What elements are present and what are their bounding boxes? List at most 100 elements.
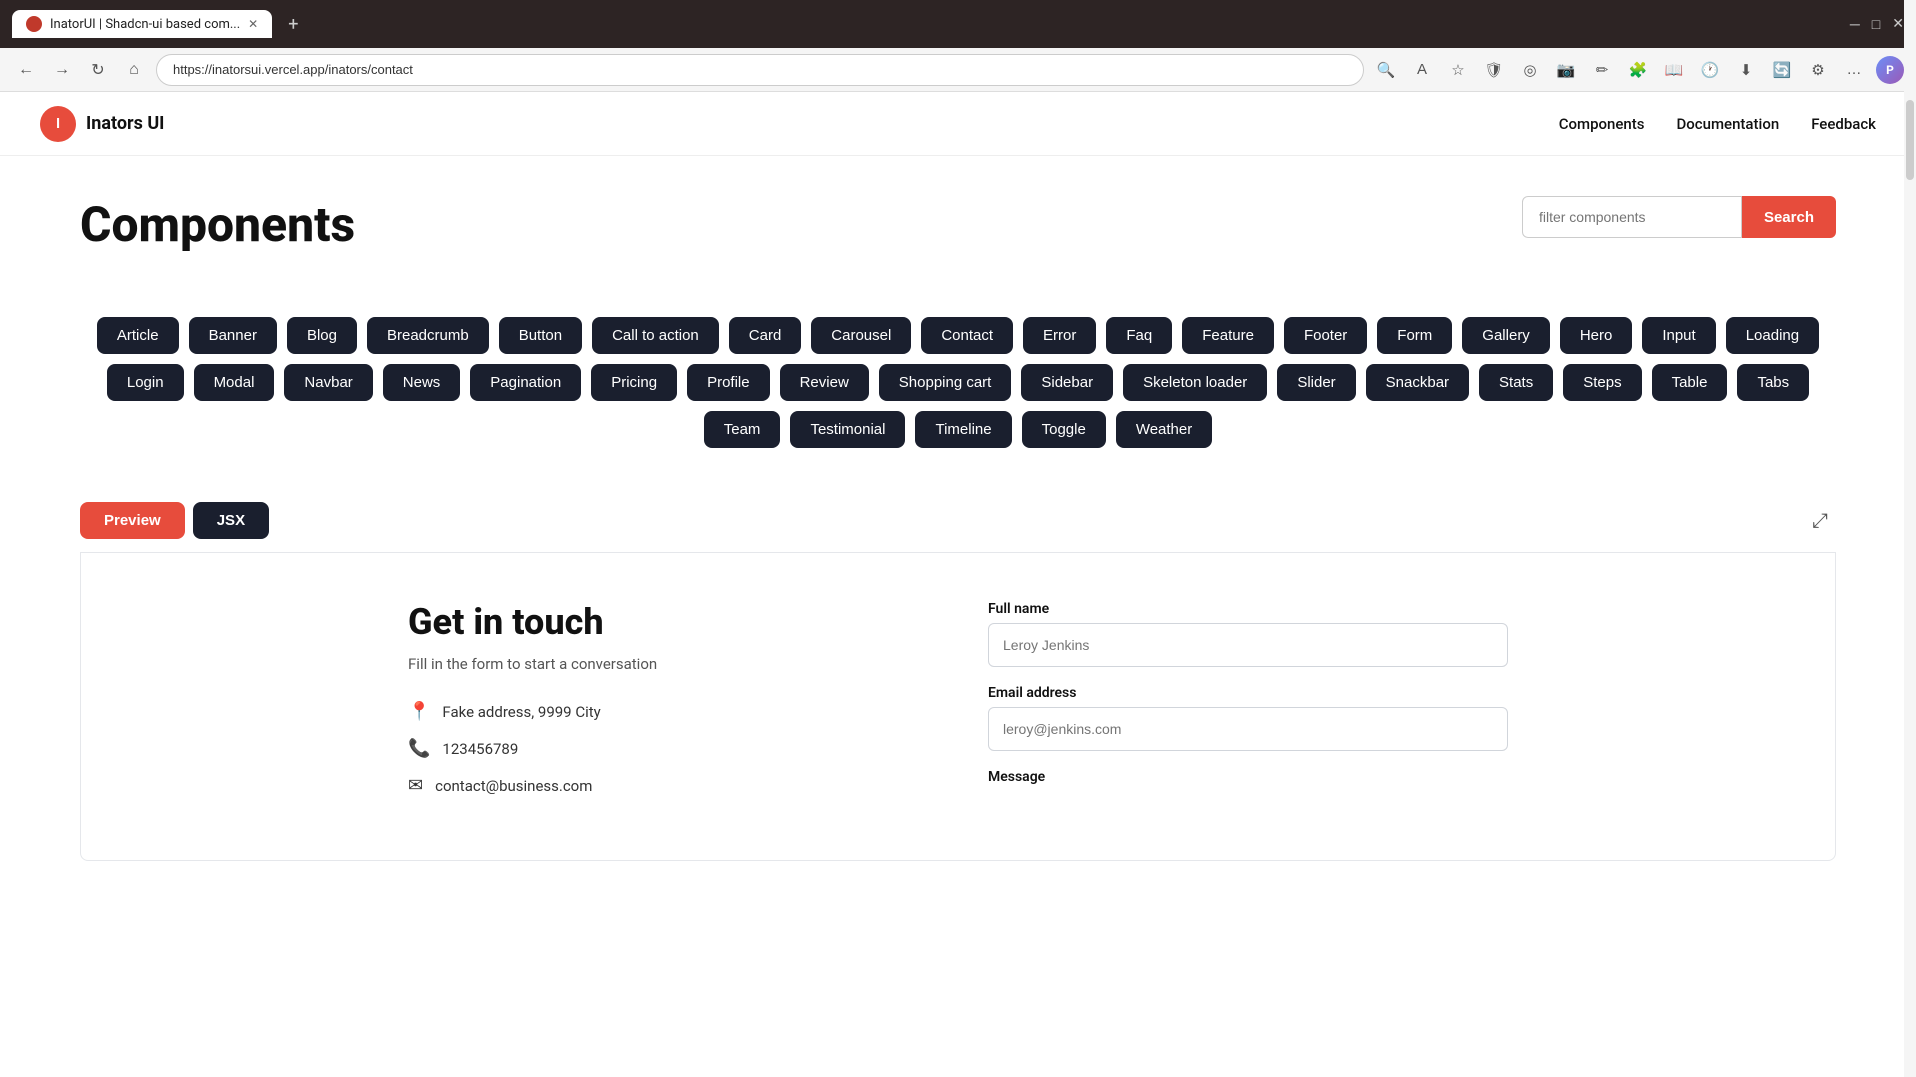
- reload-button[interactable]: ↻: [84, 56, 112, 84]
- nav-components[interactable]: Components: [1559, 115, 1645, 133]
- search-area: Search: [1522, 196, 1836, 238]
- logo-icon: I: [40, 106, 76, 142]
- tag-snackbar[interactable]: Snackbar: [1366, 364, 1469, 401]
- header-nav: Components Documentation Feedback: [1559, 115, 1876, 133]
- tab-close-button[interactable]: ✕: [248, 17, 258, 31]
- tag-shopping-cart[interactable]: Shopping cart: [879, 364, 1012, 401]
- contact-title: Get in touch: [408, 601, 928, 643]
- tab-title: InatorUI | Shadcn-ui based com...: [50, 17, 240, 32]
- app-title: Inators UI: [86, 113, 164, 134]
- back-button[interactable]: ←: [12, 56, 40, 84]
- tag-testimonial[interactable]: Testimonial: [790, 411, 905, 448]
- tag-tabs[interactable]: Tabs: [1737, 364, 1809, 401]
- bookmark-icon[interactable]: ☆: [1444, 56, 1472, 84]
- tag-navbar[interactable]: Navbar: [284, 364, 372, 401]
- close-button[interactable]: ✕: [1892, 16, 1904, 33]
- main-content: Components Search Article Banner Blog Bread…: [0, 156, 1916, 861]
- shield-icon[interactable]: 🛡: [1480, 56, 1508, 84]
- reader-icon[interactable]: 📖: [1660, 56, 1688, 84]
- tag-blog[interactable]: Blog: [287, 317, 357, 354]
- profile-avatar[interactable]: P: [1876, 56, 1904, 84]
- forward-button[interactable]: →: [48, 56, 76, 84]
- tabs-row: Preview JSX ⤢: [80, 488, 1836, 552]
- tag-stats[interactable]: Stats: [1479, 364, 1553, 401]
- minimize-button[interactable]: ─: [1850, 16, 1860, 33]
- tag-error[interactable]: Error: [1023, 317, 1096, 354]
- filter-input[interactable]: [1522, 196, 1742, 238]
- menu-button[interactable]: …: [1840, 56, 1868, 84]
- tag-login[interactable]: Login: [107, 364, 184, 401]
- preview-area: Get in touch Fill in the form to start a…: [80, 552, 1836, 861]
- home-button[interactable]: ⌂: [120, 56, 148, 84]
- toolbar-icons: 🔍 A ☆ 🛡 ◎ 📷 ✏ 🧩 📖 🕐 ⬇ 🔄 ⚙ … P: [1372, 56, 1904, 84]
- preview-tab[interactable]: Preview: [80, 502, 185, 539]
- tag-skeleton-loader[interactable]: Skeleton loader: [1123, 364, 1267, 401]
- new-tab-button[interactable]: +: [280, 10, 306, 39]
- font-icon[interactable]: A: [1408, 56, 1436, 84]
- email-text: contact@business.com: [435, 777, 592, 795]
- download-icon[interactable]: ⬇: [1732, 56, 1760, 84]
- tags-container: Article Banner Blog Breadcrumb Button Call to…: [80, 317, 1836, 448]
- address-bar-row: ← → ↻ ⌂ 🔍 A ☆ 🛡 ◎ 📷 ✏ 🧩 📖 🕐 ⬇ 🔄 ⚙ … P: [0, 48, 1916, 92]
- contact-address: 📍 Fake address, 9999 City: [408, 701, 928, 722]
- email-icon: ✉: [408, 775, 423, 796]
- window-controls: ─ □ ✕: [1850, 16, 1904, 33]
- maximize-button[interactable]: □: [1872, 16, 1880, 33]
- tag-banner[interactable]: Banner: [189, 317, 277, 354]
- tag-table[interactable]: Table: [1652, 364, 1728, 401]
- phone-icon: 📞: [408, 738, 430, 759]
- tag-hero[interactable]: Hero: [1560, 317, 1633, 354]
- search-icon[interactable]: 🔍: [1372, 56, 1400, 84]
- nav-documentation[interactable]: Documentation: [1677, 115, 1780, 133]
- tag-pricing[interactable]: Pricing: [591, 364, 677, 401]
- tag-article[interactable]: Article: [97, 317, 179, 354]
- components-header-row: Components Search: [80, 196, 1836, 285]
- url-input[interactable]: [156, 54, 1364, 86]
- tag-feature[interactable]: Feature: [1182, 317, 1274, 354]
- capture-icon[interactable]: 📷: [1552, 56, 1580, 84]
- history-icon[interactable]: 🕐: [1696, 56, 1724, 84]
- jsx-tab[interactable]: JSX: [193, 502, 269, 539]
- expand-icon[interactable]: ⤢: [1804, 500, 1836, 540]
- tag-faq[interactable]: Faq: [1106, 317, 1172, 354]
- contact-subtitle: Fill in the form to start a conversation: [408, 655, 928, 673]
- tag-contact[interactable]: Contact: [921, 317, 1013, 354]
- settings-icon[interactable]: ⚙: [1804, 56, 1832, 84]
- full-name-label: Full name: [988, 601, 1508, 617]
- tag-input[interactable]: Input: [1642, 317, 1715, 354]
- email-input[interactable]: [988, 707, 1508, 751]
- tag-slider[interactable]: Slider: [1277, 364, 1355, 401]
- scrollbar-thumb[interactable]: [1906, 100, 1914, 180]
- tag-button[interactable]: Button: [499, 317, 582, 354]
- tag-team[interactable]: Team: [704, 411, 781, 448]
- sync-icon[interactable]: 🔄: [1768, 56, 1796, 84]
- tag-card[interactable]: Card: [729, 317, 802, 354]
- tag-breadcrumb[interactable]: Breadcrumb: [367, 317, 489, 354]
- contact-phone: 📞 123456789: [408, 738, 928, 759]
- search-button[interactable]: Search: [1742, 196, 1836, 238]
- tag-carousel[interactable]: Carousel: [811, 317, 911, 354]
- tag-timeline[interactable]: Timeline: [915, 411, 1011, 448]
- nav-feedback[interactable]: Feedback: [1811, 115, 1876, 133]
- tag-call-to-action[interactable]: Call to action: [592, 317, 719, 354]
- full-name-input[interactable]: [988, 623, 1508, 667]
- tag-modal[interactable]: Modal: [194, 364, 275, 401]
- tag-news[interactable]: News: [383, 364, 461, 401]
- extension-icon[interactable]: 🧩: [1624, 56, 1652, 84]
- app-header: I Inators UI Components Documentation Fe…: [0, 92, 1916, 156]
- browser-icon[interactable]: ◎: [1516, 56, 1544, 84]
- scrollbar[interactable]: [1904, 0, 1916, 1077]
- tag-review[interactable]: Review: [780, 364, 869, 401]
- tag-profile[interactable]: Profile: [687, 364, 770, 401]
- browser-tab[interactable]: InatorUI | Shadcn-ui based com... ✕: [12, 10, 272, 38]
- tag-sidebar[interactable]: Sidebar: [1021, 364, 1113, 401]
- tag-footer[interactable]: Footer: [1284, 317, 1367, 354]
- tag-pagination[interactable]: Pagination: [470, 364, 581, 401]
- tag-loading[interactable]: Loading: [1726, 317, 1819, 354]
- tag-toggle[interactable]: Toggle: [1022, 411, 1106, 448]
- tag-steps[interactable]: Steps: [1563, 364, 1641, 401]
- tag-form[interactable]: Form: [1377, 317, 1452, 354]
- edit-icon[interactable]: ✏: [1588, 56, 1616, 84]
- tag-gallery[interactable]: Gallery: [1462, 317, 1550, 354]
- tag-weather[interactable]: Weather: [1116, 411, 1212, 448]
